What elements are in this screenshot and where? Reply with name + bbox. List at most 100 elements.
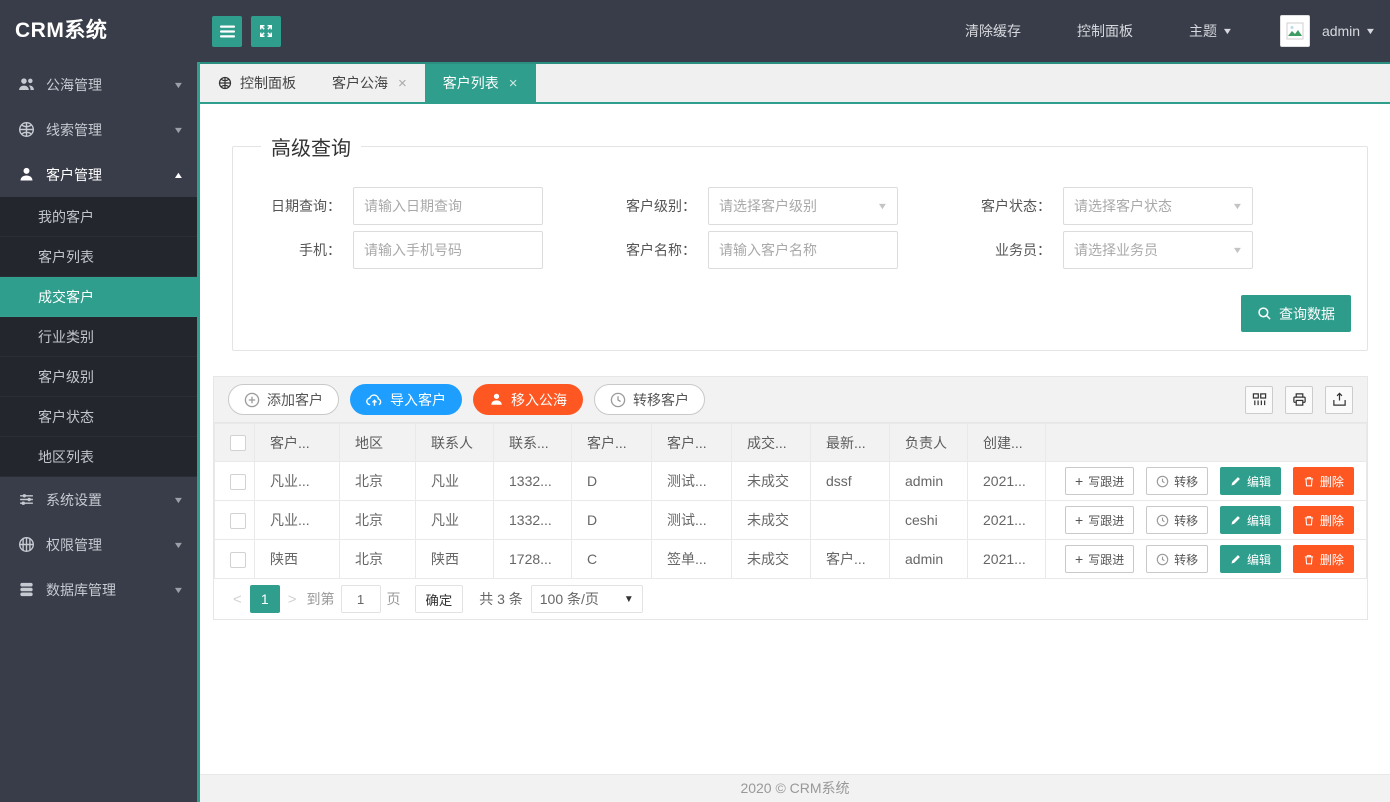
dashboard-link[interactable]: 控制面板 — [1077, 21, 1133, 41]
sidebar-subitem-industry-category[interactable]: 行业类别 — [0, 317, 197, 357]
write-followup-button[interactable]: +写跟进 — [1065, 506, 1134, 534]
sidebar-subitem-customer-status[interactable]: 客户状态 — [0, 397, 197, 437]
select-placeholder: 请选择客户状态 — [1074, 196, 1233, 216]
edit-button[interactable]: 编辑 — [1220, 467, 1281, 495]
cell: 客户... — [811, 540, 890, 579]
edit-button[interactable]: 编辑 — [1220, 545, 1281, 573]
sidebar-subitem-region-list[interactable]: 地区列表 — [0, 437, 197, 477]
user-dropdown[interactable]: admin ▼ — [1322, 23, 1375, 39]
query-row-2: 手机： 客户名称： 业务员： 请选择业务员 ▼ — [243, 231, 1357, 269]
avatar[interactable] — [1280, 15, 1310, 47]
customer-table: 客户... 地区 联系人 联系... 客户... 客户... 成交... 最新.… — [214, 423, 1367, 579]
tab-customer-list[interactable]: 客户列表 × — [425, 64, 536, 102]
add-customer-button[interactable]: 添加客户 — [228, 384, 339, 415]
row-button-label: 编辑 — [1247, 551, 1271, 568]
fullscreen-button[interactable] — [251, 16, 281, 47]
date-query-input[interactable] — [353, 187, 543, 225]
transfer-button[interactable]: 转移 — [1146, 545, 1208, 573]
clock-icon — [610, 392, 626, 408]
sidebar-item-customers[interactable]: 客户管理 ▲ — [0, 152, 197, 197]
prev-page-button[interactable]: < — [233, 591, 242, 608]
next-page-button[interactable]: > — [288, 591, 297, 608]
content: 高级查询 日期查询： 客户级别： 请选择客户级别 ▼ — [200, 104, 1390, 774]
edit-icon — [1230, 514, 1242, 526]
delete-button[interactable]: 删除 — [1293, 506, 1354, 534]
move-to-sea-button[interactable]: 移入公海 — [473, 384, 583, 415]
write-followup-button[interactable]: +写跟进 — [1065, 545, 1134, 573]
sidebar-item-public-sea[interactable]: 公海管理 ▼ — [0, 62, 197, 107]
transfer-customer-button[interactable]: 转移客户 — [594, 384, 705, 415]
confirm-page-button[interactable]: 确定 — [415, 585, 464, 613]
edit-icon — [1230, 553, 1242, 565]
broken-image-icon — [1286, 22, 1304, 40]
sidebar-item-database[interactable]: 数据库管理 ▼ — [0, 567, 197, 612]
customer-status-select[interactable]: 请选择客户状态 ▼ — [1063, 187, 1253, 225]
caret-down-icon: ▼ — [877, 201, 889, 211]
row-checkbox[interactable] — [230, 552, 246, 568]
collapse-menu-button[interactable] — [212, 16, 242, 47]
cell: 2021... — [968, 501, 1046, 540]
subitem-label: 客户级别 — [38, 369, 94, 385]
sidebar-item-label: 数据库管理 — [46, 580, 116, 600]
close-icon[interactable]: × — [509, 76, 518, 91]
sidebar-item-leads[interactable]: 线索管理 ▼ — [0, 107, 197, 152]
user-icon — [18, 166, 35, 183]
row-button-label: 写跟进 — [1088, 473, 1124, 490]
cell: 未成交 — [732, 501, 811, 540]
transfer-button[interactable]: 转移 — [1146, 506, 1208, 534]
subitem-label: 客户状态 — [38, 409, 94, 425]
export-button[interactable] — [1325, 386, 1353, 414]
sidebar-item-system-settings[interactable]: 系统设置 ▼ — [0, 477, 197, 522]
row-button-label: 写跟进 — [1088, 512, 1124, 529]
sidebar-item-permissions[interactable]: 权限管理 ▼ — [0, 522, 197, 567]
print-button[interactable] — [1285, 386, 1313, 414]
delete-button[interactable]: 删除 — [1293, 467, 1354, 495]
cell: 签单... — [652, 540, 732, 579]
customer-name-input[interactable] — [708, 231, 898, 269]
globe-icon — [18, 121, 35, 138]
pill-label: 转移客户 — [633, 390, 689, 410]
goto-page-input[interactable] — [341, 585, 381, 613]
trash-icon — [1303, 514, 1315, 527]
column-header: 客户... — [572, 424, 652, 462]
phone-input[interactable] — [353, 231, 543, 269]
filter-columns-button[interactable] — [1245, 386, 1273, 414]
tab-customer-sea[interactable]: 客户公海 × — [314, 64, 425, 102]
row-actions: +写跟进 转移 编辑 删除 — [1046, 462, 1367, 501]
page-size-select[interactable]: 100 条/页 ▼ — [531, 585, 643, 613]
field-label: 客户状态： — [953, 196, 1063, 216]
cell — [811, 501, 890, 540]
customer-level-select[interactable]: 请选择客户级别 ▼ — [708, 187, 898, 225]
sidebar-item-label: 线索管理 — [46, 120, 102, 140]
topbar-right: 清除缓存 控制面板 主题 ▼ admin ▼ — [909, 15, 1375, 47]
write-followup-button[interactable]: +写跟进 — [1065, 467, 1134, 495]
settings-icon — [18, 491, 35, 508]
delete-button[interactable]: 删除 — [1293, 545, 1354, 573]
cell: 凡业 — [416, 501, 494, 540]
table-toolbar: 添加客户 导入客户 移入公海 — [214, 377, 1367, 423]
search-icon — [1257, 306, 1272, 321]
import-customer-button[interactable]: 导入客户 — [350, 384, 462, 415]
trash-icon — [1303, 475, 1315, 488]
theme-dropdown[interactable]: 主题 ▼ — [1189, 21, 1232, 41]
transfer-button[interactable]: 转移 — [1146, 467, 1208, 495]
edit-button[interactable]: 编辑 — [1220, 506, 1281, 534]
row-checkbox[interactable] — [230, 513, 246, 529]
salesman-select[interactable]: 请选择业务员 ▼ — [1063, 231, 1253, 269]
main-area: 清除缓存 控制面板 主题 ▼ admin ▼ — [197, 0, 1390, 802]
row-checkbox[interactable] — [230, 474, 246, 490]
close-icon[interactable]: × — [398, 76, 407, 91]
query-data-button[interactable]: 查询数据 — [1241, 295, 1351, 332]
caret-down-icon: ▼ — [1222, 26, 1234, 36]
sidebar-subitem-my-customers[interactable]: 我的客户 — [0, 197, 197, 237]
database-icon — [18, 581, 35, 598]
sidebar-subitem-customer-list[interactable]: 客户列表 — [0, 237, 197, 277]
sidebar-subitem-customer-level[interactable]: 客户级别 — [0, 357, 197, 397]
current-page[interactable]: 1 — [250, 585, 280, 613]
row-button-label: 写跟进 — [1088, 551, 1124, 568]
clear-cache-link[interactable]: 清除缓存 — [965, 21, 1021, 41]
cell: 凡业 — [416, 462, 494, 501]
tab-dashboard[interactable]: 控制面板 — [200, 64, 314, 102]
sidebar-subitem-deal-customers[interactable]: 成交客户 — [0, 277, 197, 317]
select-all-checkbox[interactable] — [230, 435, 246, 451]
